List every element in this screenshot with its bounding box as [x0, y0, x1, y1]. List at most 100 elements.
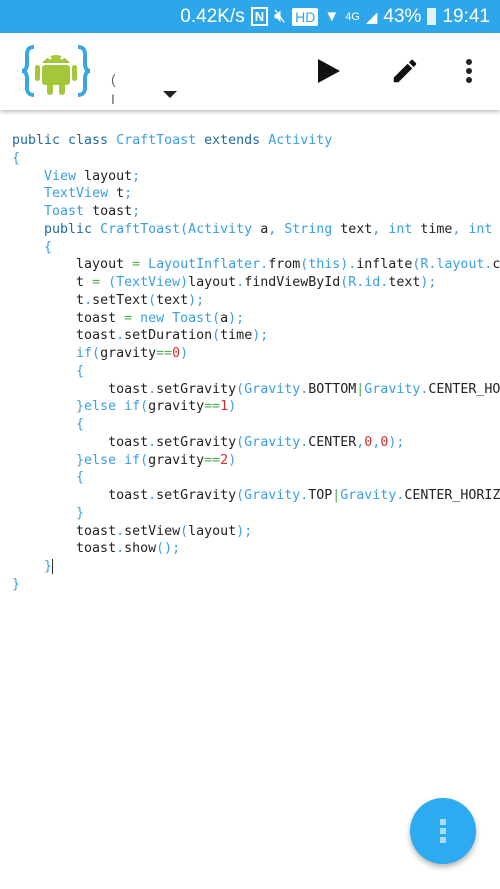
fab-dot — [440, 837, 446, 843]
code-line[interactable]: { — [12, 416, 500, 434]
code-line[interactable]: t = (TextView)layout.findViewById(R.id.t… — [12, 274, 500, 292]
fab-dot — [440, 828, 446, 834]
code-token: ( — [148, 292, 157, 308]
code-line[interactable]: } — [12, 558, 500, 576]
code-token: (Gravity. — [236, 381, 309, 397]
code-line[interactable]: public CraftToast(Activity a, String tex… — [12, 221, 500, 239]
code-token: 2 — [220, 452, 229, 468]
overflow-menu-button[interactable] — [451, 53, 487, 89]
code-line[interactable]: toast.setGravity(Gravity.BOTTOM|Gravity.… — [12, 381, 500, 399]
code-token: ( — [180, 523, 189, 539]
code-token: (); — [156, 541, 181, 557]
code-content[interactable]: public class CraftToast extends Activity… — [12, 132, 500, 594]
code-token: , String — [268, 221, 341, 237]
code-token: toast — [12, 381, 149, 397]
title-fragment: ( — [111, 71, 116, 87]
code-token: toast — [12, 523, 117, 539]
code-token: gravity — [100, 346, 157, 361]
code-token: setText — [92, 292, 149, 308]
code-token: CraftToast — [116, 133, 205, 148]
code-line[interactable]: { — [12, 363, 500, 381]
code-token: findViewById — [244, 275, 341, 290]
fab-menu-button[interactable] — [410, 798, 476, 864]
app-logo[interactable] — [22, 43, 90, 99]
code-token: . — [236, 275, 245, 290]
code-line[interactable]: toast.setGravity(Gravity.TOP|Gravity.CEN… — [12, 487, 500, 505]
code-token: ); — [420, 275, 437, 290]
code-line[interactable]: View layout; — [12, 168, 500, 186]
code-token: } — [44, 559, 53, 574]
code-line[interactable]: }else if(gravity==2) — [12, 452, 500, 470]
code-line[interactable]: toast.show(); — [12, 540, 500, 558]
code-line[interactable]: }else if(gravity==1) — [12, 398, 500, 416]
code-line[interactable]: toast.setView(layout); — [12, 523, 500, 541]
code-line[interactable]: { — [12, 469, 500, 487]
code-line[interactable]: Toast toast; — [12, 203, 500, 221]
wifi-icon: ▼ — [324, 8, 340, 25]
code-token: ) — [228, 452, 237, 468]
code-line[interactable]: if(gravity==0) — [12, 345, 500, 363]
code-token: a — [260, 221, 269, 237]
code-token: toast — [12, 434, 149, 450]
code-token: = — [132, 257, 149, 273]
code-token: TOP — [308, 488, 333, 503]
code-token: }else if( — [76, 399, 149, 415]
code-token: ); — [236, 523, 253, 539]
dropdown-arrow-icon[interactable] — [163, 91, 177, 98]
code-line[interactable]: toast = new Toast(a); — [12, 310, 500, 328]
text-cursor — [52, 558, 54, 574]
code-token: gravity — [148, 452, 205, 468]
code-token: text — [388, 275, 421, 290]
code-token: ); — [228, 310, 245, 326]
code-line[interactable]: toast.setGravity(Gravity.CENTER,0,0); — [12, 434, 500, 452]
code-token: toast — [92, 204, 133, 219]
code-line[interactable]: toast.setDuration(time); — [12, 327, 500, 345]
code-token: CENTER_HO — [428, 381, 500, 397]
code-line[interactable]: { — [12, 150, 500, 168]
code-line[interactable]: public class CraftToast extends Activity — [12, 132, 500, 150]
subtitle-fragment: I — [111, 91, 115, 107]
code-token: ); — [188, 292, 205, 308]
code-token: . — [84, 292, 93, 308]
code-token: toast — [12, 310, 125, 326]
code-token: setGravity — [156, 381, 237, 397]
edit-button[interactable] — [387, 53, 423, 89]
hd-badge: HD — [292, 7, 319, 26]
code-token: ) — [228, 399, 237, 415]
code-token: 0 — [172, 346, 181, 361]
code-line[interactable]: t.setText(text); — [12, 292, 500, 310]
code-line[interactable]: } — [12, 576, 500, 594]
code-token: CENTER_HORIZ — [404, 488, 500, 503]
code-token: a — [220, 310, 229, 326]
code-token: layout — [12, 257, 133, 273]
code-token: == — [204, 452, 221, 468]
code-line[interactable]: { — [12, 239, 500, 257]
code-line[interactable]: } — [12, 505, 500, 523]
code-line[interactable]: layout = LayoutInflater.from(this).infla… — [12, 256, 500, 274]
code-token: ; — [132, 204, 141, 219]
run-button[interactable] — [311, 53, 347, 89]
battery-percent: 43% — [383, 5, 422, 27]
battery-icon — [427, 8, 437, 25]
code-token: } — [76, 505, 85, 521]
code-line[interactable]: TextView t; — [12, 185, 500, 203]
code-editor[interactable]: public class CraftToast extends Activity… — [0, 110, 500, 889]
code-token: Activity — [268, 133, 333, 148]
code-token: { — [76, 470, 85, 486]
code-token: = — [92, 275, 109, 290]
pencil-icon — [393, 59, 417, 83]
code-token: (Gravity. — [236, 434, 309, 450]
code-token: (R.id. — [340, 275, 389, 290]
code-token: , int — [452, 221, 500, 237]
code-token: from — [268, 257, 301, 273]
code-token: text — [156, 292, 189, 308]
code-token: layout — [84, 168, 133, 184]
